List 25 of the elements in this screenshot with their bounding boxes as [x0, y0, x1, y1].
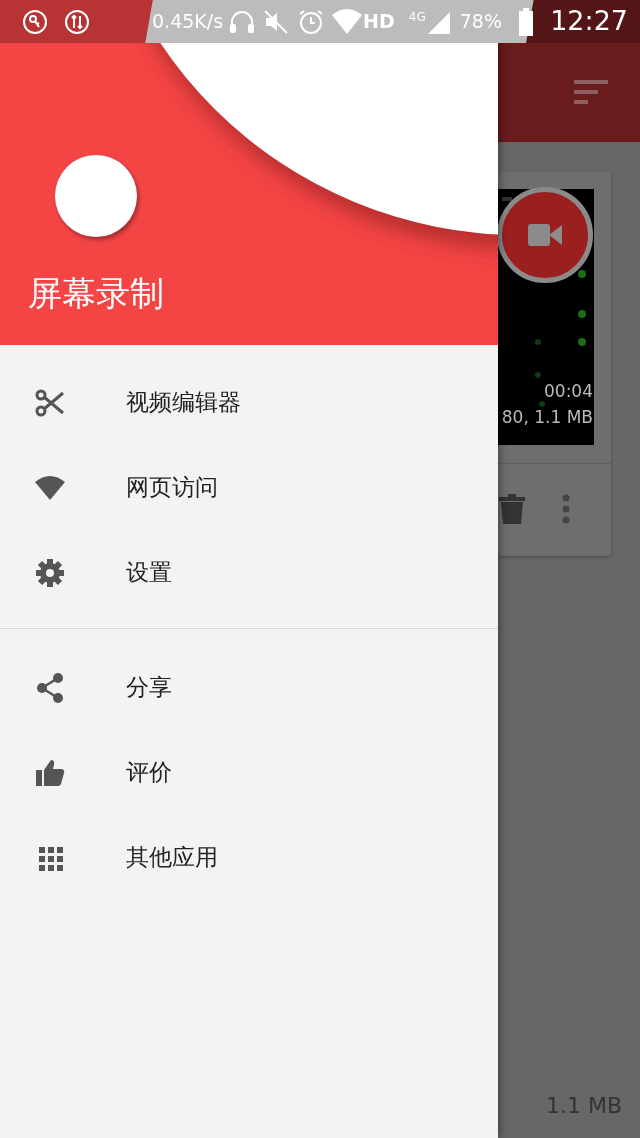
menu-item[interactable]: 其他应用: [0, 815, 498, 900]
battery-icon: [518, 7, 535, 36]
clock-time: 12:27: [550, 4, 628, 39]
menu-item[interactable]: 分享: [0, 645, 498, 730]
settings-icon: [34, 556, 66, 589]
recording-card[interactable]: 00:04 80, 1.1 MB: [498, 172, 611, 556]
wifi-icon: [331, 8, 364, 35]
more-icon[interactable]: [561, 494, 571, 524]
hd-label: HD: [363, 9, 395, 35]
video-details: 80, 1.1 MB: [501, 406, 593, 429]
mute-icon: [263, 8, 290, 35]
app-title: 屏幕录制: [28, 272, 164, 315]
menu-item[interactable]: 评价: [0, 730, 498, 815]
menu-item[interactable]: 视频编辑器: [0, 360, 498, 445]
sort-icon[interactable]: [574, 80, 608, 104]
video-duration: 00:04: [544, 380, 593, 403]
video-camera-icon: [528, 223, 562, 247]
share-icon: [34, 671, 66, 704]
menu-item[interactable]: 设置: [0, 530, 498, 615]
battery-level: 78%: [459, 9, 502, 35]
network-speed: 0.45K/s: [152, 9, 224, 35]
delete-icon[interactable]: [499, 494, 525, 524]
network-type-label: 4G: [408, 8, 426, 26]
data-transfer-icon: [64, 8, 90, 35]
menu-item[interactable]: 网页访问: [0, 445, 498, 530]
